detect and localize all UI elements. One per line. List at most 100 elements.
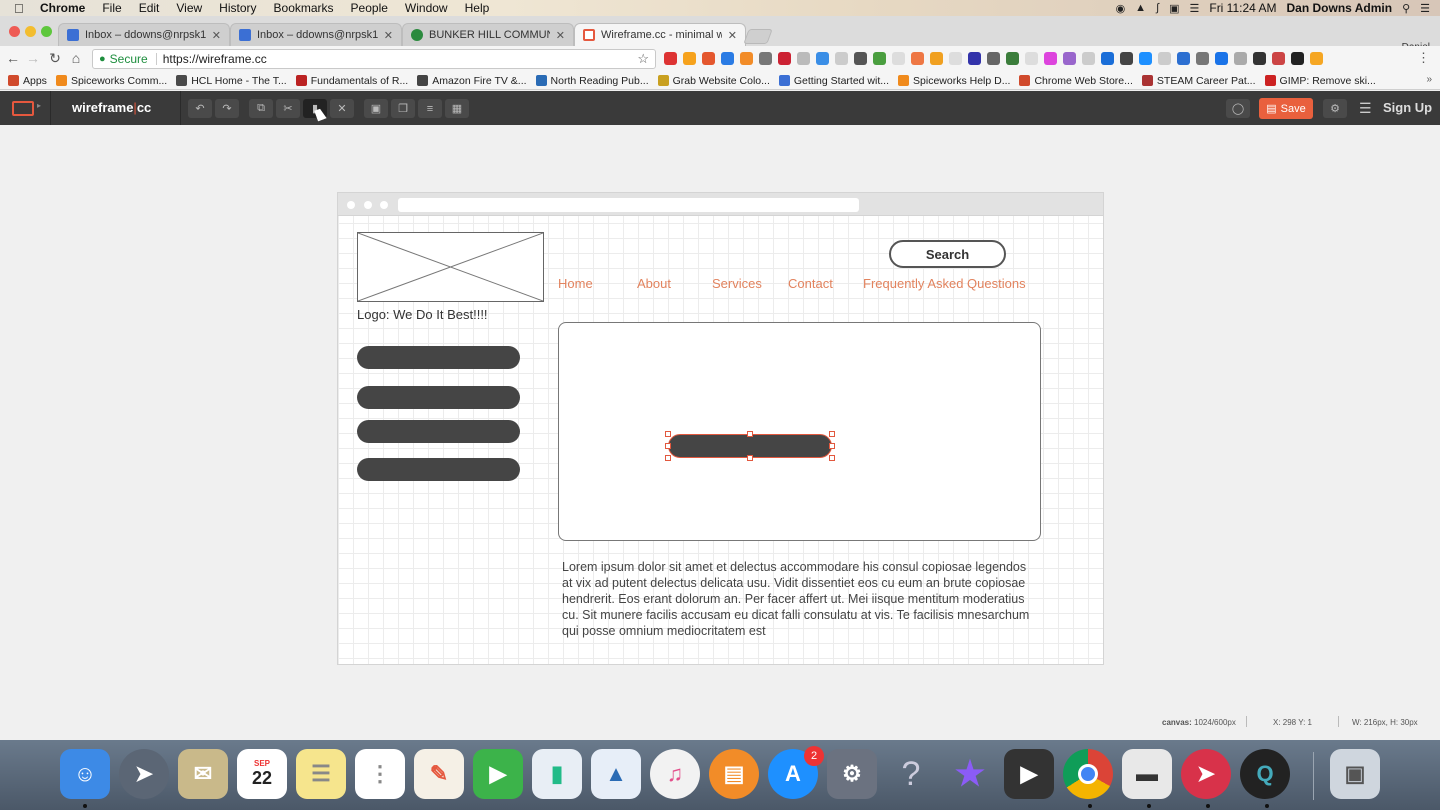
extension-icon[interactable] (949, 52, 962, 65)
user-name[interactable]: Dan Downs Admin (1287, 1, 1393, 15)
numbers-icon[interactable]: ▮ (532, 749, 582, 799)
extension-icon[interactable] (1025, 52, 1038, 65)
resize-handle[interactable] (829, 443, 835, 449)
forward-icon[interactable]: → (25, 50, 41, 66)
resize-handle[interactable] (829, 431, 835, 437)
extension-icon[interactable] (816, 52, 829, 65)
extension-icon[interactable] (1234, 52, 1247, 65)
bluetooth-icon[interactable]: ∫ (1156, 2, 1159, 14)
menu-help[interactable]: Help (465, 1, 490, 15)
chrome-icon[interactable] (1063, 749, 1113, 799)
menu-app-chrome[interactable]: Chrome (40, 1, 85, 15)
record-icon[interactable]: ◉ (1116, 2, 1126, 15)
redo-button[interactable]: ↷ (215, 99, 239, 118)
facetime-icon[interactable]: ▶ (473, 749, 523, 799)
final-cut-icon[interactable]: ▶ (1004, 749, 1054, 799)
extension-icon[interactable] (892, 52, 905, 65)
window-close-button[interactable] (9, 26, 20, 37)
extension-icon[interactable] (1006, 52, 1019, 65)
itunes-icon[interactable]: ♫ (650, 749, 700, 799)
chevron-down-icon[interactable]: ▸ (37, 101, 41, 110)
address-bar[interactable]: ● Secure https://wireframe.cc ☆ (92, 49, 656, 69)
align-button[interactable]: ≡ (418, 99, 442, 118)
tab-inbox-1[interactable]: Inbox – ddowns@nrpsk12.org ✕ (58, 23, 230, 46)
trash-icon[interactable]: ▣ (1330, 749, 1380, 799)
extension-icon[interactable] (740, 52, 753, 65)
chrome-menu-icon[interactable]: ⋮ (1417, 50, 1430, 66)
extension-icon[interactable] (797, 52, 810, 65)
bookmark-apps[interactable]: Apps (8, 75, 47, 87)
extension-icon[interactable] (873, 52, 886, 65)
tab-wireframe[interactable]: Wireframe.cc - minimal wiref ✕ (574, 23, 746, 46)
notes-icon[interactable]: ☰ (296, 749, 346, 799)
window-zoom-button[interactable] (41, 26, 52, 37)
menu-file[interactable]: File (102, 1, 121, 15)
bookmark-item[interactable]: Spiceworks Comm... (55, 75, 167, 87)
bookmark-item[interactable]: Fundamentals of R... (295, 75, 408, 87)
extension-icon[interactable] (1272, 52, 1285, 65)
extension-icon[interactable] (1139, 52, 1152, 65)
extension-icon[interactable] (759, 52, 772, 65)
vlc-icon[interactable] (930, 52, 943, 65)
extension-icon[interactable] (835, 52, 848, 65)
delete-button[interactable]: ✕ (330, 99, 354, 118)
resize-handle[interactable] (747, 455, 753, 461)
menu-people[interactable]: People (351, 1, 388, 15)
extension-icon[interactable] (968, 52, 981, 65)
hamburger-menu-icon[interactable]: ☰ (1359, 100, 1372, 117)
tab-bunker-hill[interactable]: BUNKER HILL COMMUNITY C ✕ (402, 23, 574, 46)
menu-edit[interactable]: Edit (139, 1, 160, 15)
bookmark-item[interactable]: STEAM Career Pat... (1141, 75, 1256, 87)
extension-icon[interactable] (778, 52, 791, 65)
resize-handle[interactable] (747, 431, 753, 437)
extension-icon[interactable] (1120, 52, 1133, 65)
reminders-icon[interactable]: ⋮ (355, 749, 405, 799)
extension-icon[interactable] (1196, 52, 1209, 65)
extension-icon[interactable] (1291, 52, 1304, 65)
extension-icon[interactable] (1158, 52, 1171, 65)
menu-window[interactable]: Window (405, 1, 448, 15)
bookmark-item[interactable]: GIMP: Remove ski... (1264, 75, 1376, 87)
sidebar-pill-button[interactable] (357, 420, 520, 443)
menu-view[interactable]: View (176, 1, 202, 15)
spotlight-icon[interactable]: ⚲ (1402, 2, 1410, 15)
bookmark-item[interactable]: Grab Website Colo... (657, 75, 770, 87)
tab-inbox-2[interactable]: Inbox – ddowns@nrpsk12.org ✕ (230, 23, 402, 46)
bookmark-item[interactable]: Getting Started wit... (778, 75, 889, 87)
extension-icon[interactable] (702, 52, 715, 65)
bookmark-item[interactable]: Chrome Web Store... (1019, 75, 1133, 87)
extension-icon[interactable] (1044, 52, 1057, 65)
group-button[interactable]: ▦ (445, 99, 469, 118)
extension-icon[interactable] (1063, 52, 1076, 65)
app-logo-icon[interactable] (12, 101, 34, 116)
save-button[interactable]: ▤ Save (1259, 98, 1313, 119)
pages-icon[interactable]: ✎ (414, 749, 464, 799)
extension-icon[interactable] (1177, 52, 1190, 65)
body-paragraph[interactable]: Lorem ipsum dolor sit amet et delectus a… (562, 559, 1032, 639)
scanner-icon[interactable]: ▬ (1122, 749, 1172, 799)
mail-extension-icon[interactable] (854, 52, 867, 65)
resize-handle[interactable] (665, 443, 671, 449)
url-text[interactable]: https://wireframe.cc (163, 52, 267, 66)
keynote-icon[interactable]: ▲ (591, 749, 641, 799)
bookmark-item[interactable]: Amazon Fire TV &... (417, 75, 527, 87)
nav-link-faq[interactable]: Frequently Asked Questions (863, 276, 1026, 291)
extension-icon[interactable] (1101, 52, 1114, 65)
cut-button[interactable]: ✂ (276, 99, 300, 118)
back-icon[interactable]: ← (5, 50, 21, 66)
airmail-icon[interactable]: ➤ (1181, 749, 1231, 799)
menu-bookmarks[interactable]: Bookmarks (274, 1, 334, 15)
apple-menu-icon[interactable]:  (14, 1, 28, 16)
extension-icon[interactable] (1310, 52, 1323, 65)
extension-icon[interactable] (1253, 52, 1266, 65)
home-icon[interactable]: ⌂ (68, 50, 84, 66)
sidebar-pill-button[interactable] (357, 346, 520, 369)
display-icon[interactable]: ▣ (1169, 2, 1179, 15)
close-icon[interactable]: ✕ (728, 29, 737, 42)
calendar-icon[interactable]: SEP 22 (237, 749, 287, 799)
bookmark-item[interactable]: Spiceworks Help D... (898, 75, 1010, 87)
resize-handle[interactable] (665, 431, 671, 437)
pinterest-icon[interactable] (664, 52, 677, 65)
logo-caption[interactable]: Logo: We Do It Best!!!! (357, 307, 488, 322)
new-tab-button[interactable] (743, 29, 773, 44)
